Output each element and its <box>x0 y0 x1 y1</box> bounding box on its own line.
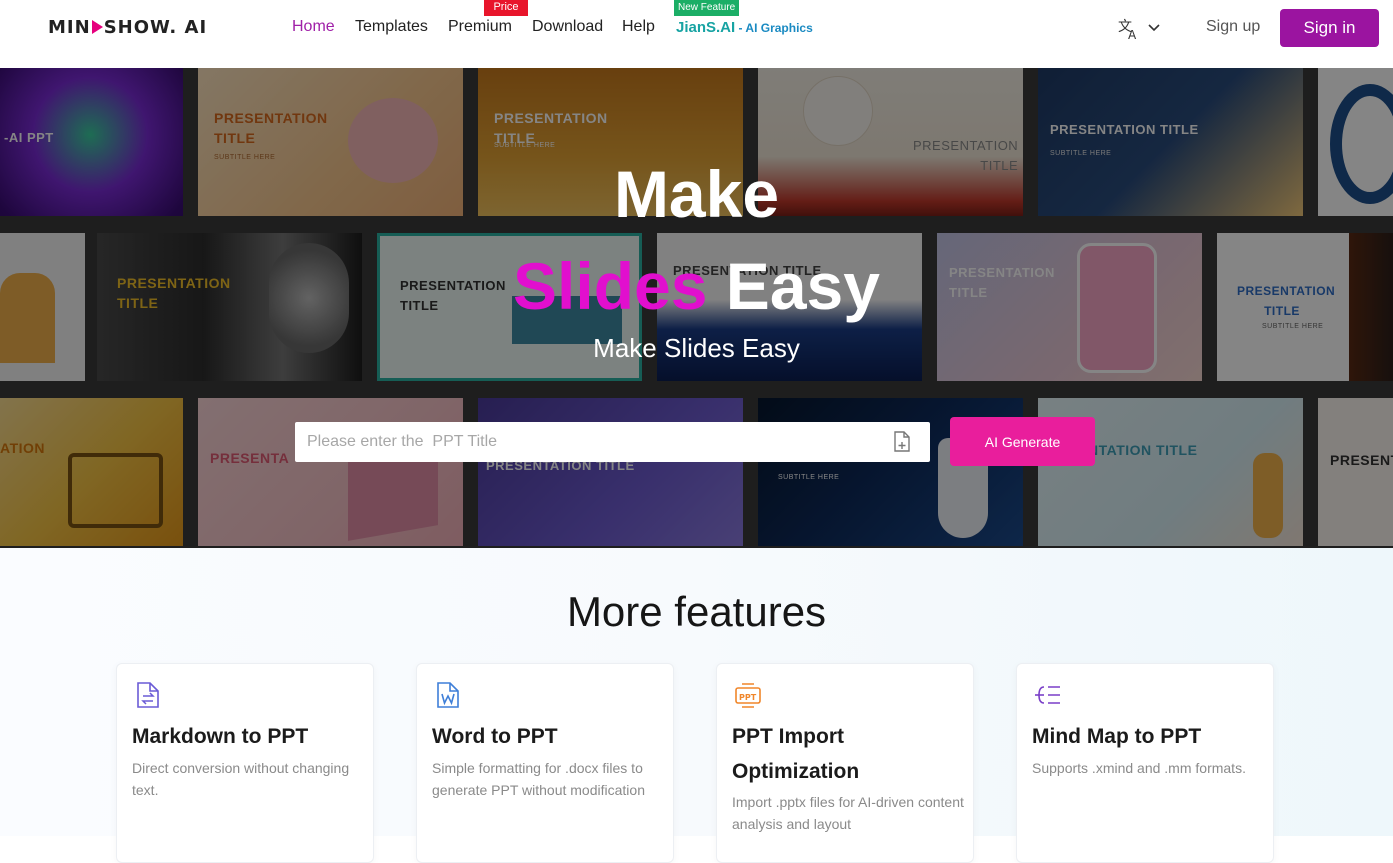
top-nav-bar: MIN SHOW. AI Home Templates Premium Price… <box>0 0 1393 68</box>
nav-premium[interactable]: Premium <box>448 18 512 36</box>
logo-play-mark <box>91 20 103 34</box>
ppt-file-icon: PPT <box>735 683 761 708</box>
feature-card-mind-map[interactable]: Mind Map to PPT Supports .xmind and .mm … <box>1016 663 1274 863</box>
feature-card-description: Import .pptx files for AI-driven content… <box>732 794 964 832</box>
feature-card-title: Markdown to PPT <box>132 725 309 748</box>
feature-card-title: Mind Map to PPT <box>1032 725 1202 748</box>
features-heading: More features <box>566 588 827 635</box>
new-feature-badge: New Feature <box>674 0 740 16</box>
hero-heading-highlight: Slides <box>513 249 708 323</box>
hero-banner: -AI PPT PRESENTATION TITLE SUBTITLE HERE … <box>0 68 1393 548</box>
hero-heading-rest: Easy <box>707 249 880 323</box>
feature-card-description: Direct conversion without changing text. <box>132 760 350 798</box>
nav-help[interactable]: Help <box>622 18 655 36</box>
file-add-icon[interactable] <box>892 431 912 453</box>
feature-card-markdown[interactable]: Markdown to PPT Direct conversion withou… <box>116 663 374 863</box>
more-features-section: More features Markdown to PPT Direct con… <box>0 548 1393 863</box>
word-file-icon <box>437 682 459 708</box>
feature-card-title: Word to PPT <box>432 725 558 748</box>
logo-text-left: MIN <box>48 17 91 38</box>
hero-heading-line2: Slides Easy <box>0 248 1393 324</box>
ai-generate-button[interactable]: AI Generate <box>950 417 1095 466</box>
nav-jians-ai[interactable]: JianS.AI - AI Graphics <box>676 19 813 36</box>
hero-subtitle: Make Slides Easy <box>593 333 800 363</box>
price-badge: Price <box>484 0 528 16</box>
feature-card-title: PPT Import Optimization <box>732 725 860 783</box>
svg-text:PPT: PPT <box>739 693 757 702</box>
chevron-down-icon <box>1148 24 1160 32</box>
nav-home[interactable]: Home <box>292 18 335 36</box>
feature-card-description: Supports .xmind and .mm formats. <box>1032 760 1246 776</box>
ppt-title-search-box <box>295 422 930 462</box>
hero-heading-line1: Make <box>613 157 780 231</box>
nav-download[interactable]: Download <box>532 18 603 36</box>
language-switcher[interactable]: 文 A <box>1118 17 1166 42</box>
nav-templates[interactable]: Templates <box>355 18 428 36</box>
jians-sub-label: - AI Graphics <box>735 21 813 35</box>
mind-map-icon <box>1035 686 1060 704</box>
ppt-title-input[interactable] <box>307 422 877 462</box>
jians-label: JianS.AI <box>676 19 736 36</box>
feature-card-ppt-import[interactable]: PPT PPT Import Optimization Import .pptx… <box>716 663 974 863</box>
feature-card-description: Simple formatting for .docx files to gen… <box>432 760 645 798</box>
markdown-file-icon <box>137 682 159 708</box>
sign-up-link[interactable]: Sign up <box>1206 18 1260 36</box>
translate-icon: 文 A <box>1118 19 1160 42</box>
logo-text-right: SHOW. AI <box>103 17 208 38</box>
feature-card-word[interactable]: Word to PPT Simple formatting for .docx … <box>416 663 674 863</box>
svg-text:A: A <box>1128 28 1137 41</box>
mindshow-logo[interactable]: MIN SHOW. AI <box>48 17 207 38</box>
sign-in-button[interactable]: Sign in <box>1280 9 1379 47</box>
